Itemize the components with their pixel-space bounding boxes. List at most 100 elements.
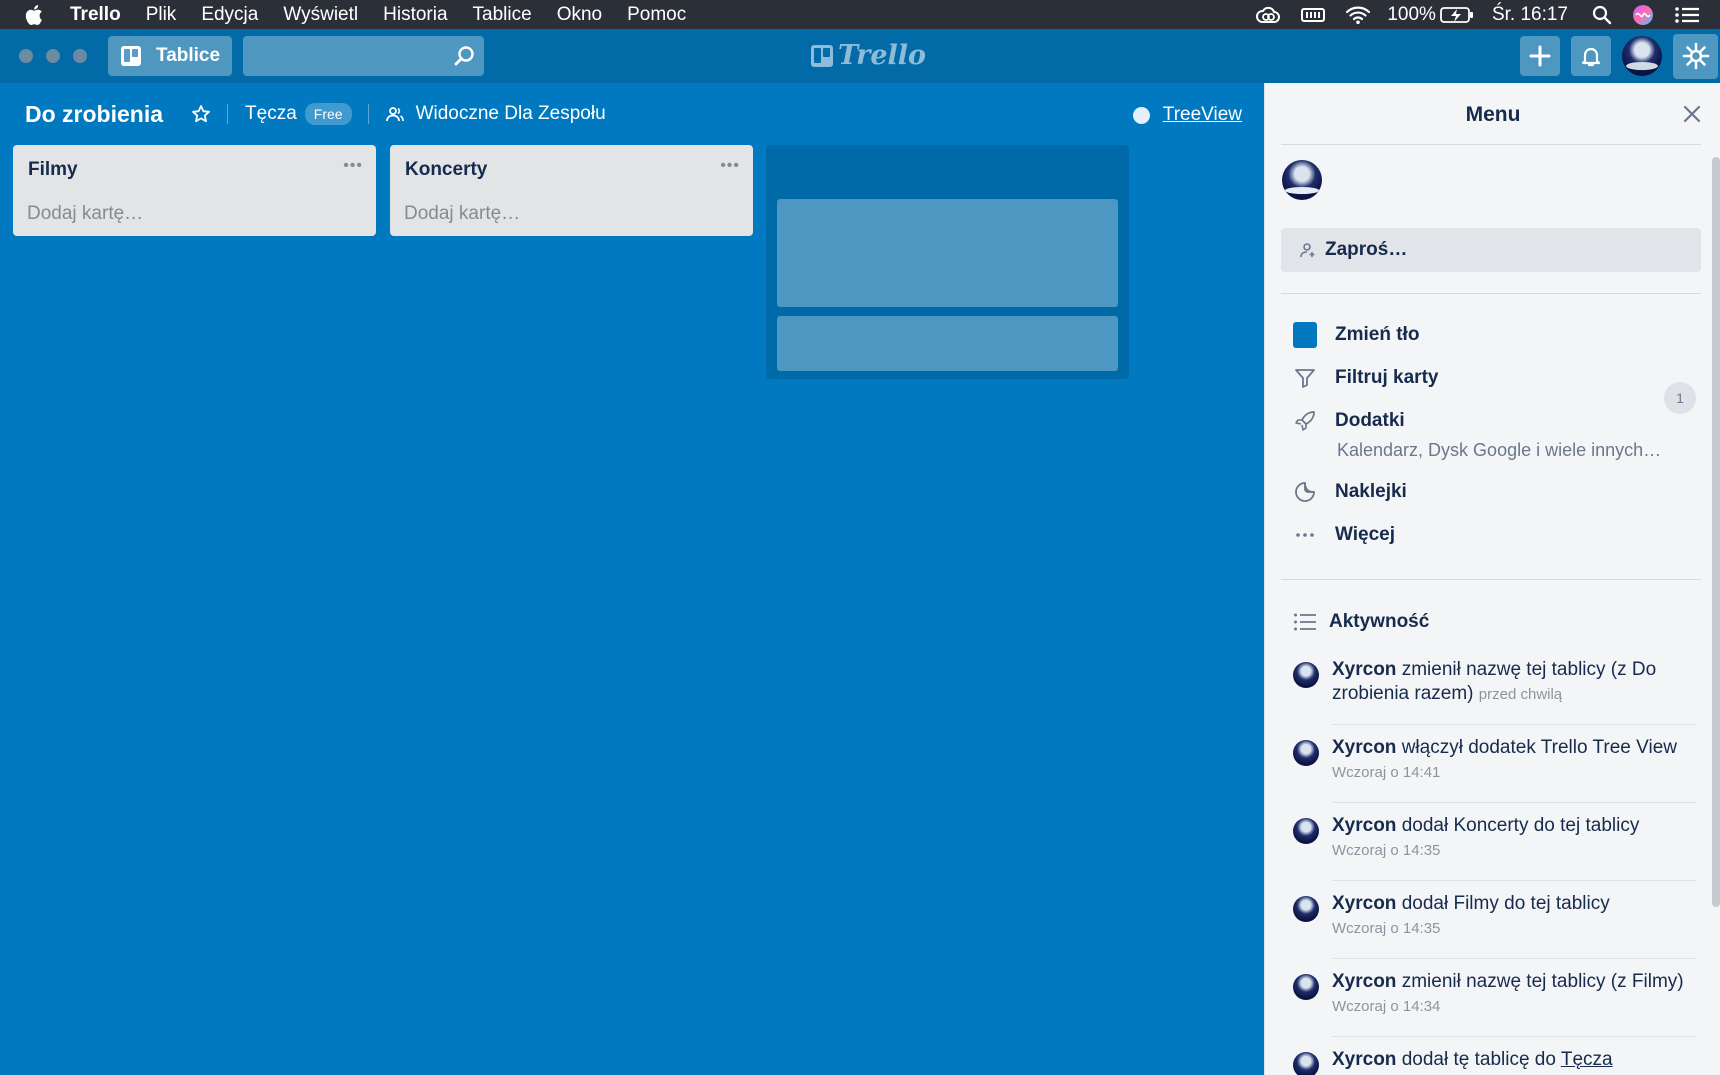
menu-app-name[interactable]: Trello [70, 4, 121, 26]
close-window-button[interactable] [19, 49, 33, 63]
menu-history[interactable]: Historia [383, 4, 447, 26]
addons-count-badge: 1 [1664, 382, 1696, 414]
board-title[interactable]: Do zrobienia [25, 101, 163, 128]
activity-avatar[interactable] [1293, 974, 1319, 1000]
activity-user[interactable]: Xyrcon [1332, 737, 1396, 758]
divider [1332, 724, 1697, 725]
team-name[interactable]: Tęcza [245, 103, 297, 125]
zoom-window-button[interactable] [73, 49, 87, 63]
header-actions [1520, 29, 1720, 83]
add-card-button[interactable]: Dodaj kartę… [404, 203, 520, 225]
create-button[interactable] [1520, 36, 1560, 76]
board-menu-panel: Menu Zaproś… Zmień tło Filtruj karty Dod… [1264, 83, 1720, 1075]
more-label: Więcej [1335, 524, 1396, 545]
menu-window[interactable]: Okno [557, 4, 602, 26]
creative-cloud-icon[interactable] [1255, 6, 1281, 24]
invite-button[interactable]: Zaproś… [1281, 228, 1701, 272]
star-icon[interactable] [191, 104, 211, 124]
boards-button-label: Tablice [156, 45, 221, 66]
siri-icon[interactable] [1632, 4, 1654, 26]
treeview-powerup-link[interactable]: TreeView [1132, 104, 1242, 126]
more-dots-icon [1293, 523, 1317, 547]
menu-scrollbar[interactable] [1712, 157, 1720, 907]
divider [1332, 1036, 1697, 1037]
activity-avatar[interactable] [1293, 1052, 1319, 1075]
stickers-item[interactable]: Naklejki [1293, 480, 1407, 504]
menu-boards[interactable]: Tablice [473, 4, 532, 26]
search-box[interactable] [243, 36, 484, 76]
menu-file[interactable]: Plik [146, 4, 177, 26]
trello-logo[interactable]: Trello [810, 40, 926, 71]
activity-time[interactable]: przed chwilą [1479, 686, 1562, 703]
addons-label: Dodatki [1335, 410, 1405, 431]
boards-icon [121, 46, 141, 66]
activity-time[interactable]: Wczoraj o 14:35 [1332, 920, 1440, 937]
search-icon[interactable] [453, 45, 475, 67]
user-avatar[interactable] [1622, 36, 1662, 76]
header-divider [227, 104, 229, 124]
list-koncerty: Koncerty ••• Dodaj kartę… [390, 145, 753, 236]
list-menu-icon[interactable]: ••• [720, 157, 740, 175]
addons-item[interactable]: Dodatki [1293, 409, 1405, 433]
change-background-label: Zmień tło [1335, 324, 1420, 345]
activity-time[interactable]: Wczoraj o 14:35 [1332, 842, 1440, 859]
menu-edit[interactable]: Edycja [201, 4, 258, 26]
battery-charging-icon[interactable] [1440, 6, 1474, 24]
activity-team-link[interactable]: Tęcza [1561, 1049, 1613, 1070]
activity-user[interactable]: Xyrcon [1332, 1049, 1396, 1070]
divider [1332, 880, 1697, 881]
visibility-button[interactable]: Widoczne Dla Zespołu [385, 103, 606, 125]
activity-avatar[interactable] [1293, 740, 1319, 766]
boards-button[interactable]: Tablice [108, 36, 232, 76]
add-card-button[interactable]: Dodaj kartę… [27, 203, 143, 225]
filter-cards-label: Filtruj karty [1335, 367, 1439, 388]
minimize-window-button[interactable] [46, 49, 60, 63]
battery-percentage: 100% [1387, 3, 1436, 25]
filter-icon [1293, 366, 1317, 390]
list-filmy: Filmy ••• Dodaj kartę… [13, 145, 376, 236]
activity-time[interactable]: Wczoraj o 14:34 [1332, 998, 1440, 1015]
member-avatar[interactable] [1282, 160, 1322, 200]
stickers-label: Naklejki [1335, 481, 1407, 502]
activity-user[interactable]: Xyrcon [1332, 893, 1396, 914]
activity-list-icon [1294, 613, 1316, 631]
notification-center-icon[interactable] [1674, 5, 1700, 25]
filter-cards-item[interactable]: Filtruj karty [1293, 366, 1438, 390]
activity-avatar[interactable] [1293, 818, 1319, 844]
divider [1332, 802, 1697, 803]
clock[interactable]: Śr. 16:17 [1492, 4, 1568, 26]
team-visibility-icon [385, 107, 404, 122]
menu-title: Menu [1465, 103, 1521, 126]
notifications-button[interactable] [1571, 36, 1611, 76]
search-input[interactable] [243, 36, 484, 76]
list-menu-icon[interactable]: ••• [343, 157, 363, 175]
menubar-status-area: 100% Śr. 16:17 [1235, 0, 1720, 29]
invite-label: Zaproś… [1325, 239, 1408, 260]
activity-text: zmienił nazwę tej tablicy (z Filmy) [1396, 971, 1684, 992]
activity-time[interactable]: Wczoraj o 14:41 [1332, 764, 1440, 781]
activity-user[interactable]: Xyrcon [1332, 659, 1396, 680]
activity-header: Aktywność [1293, 611, 1429, 633]
apple-icon[interactable] [24, 4, 52, 26]
more-item[interactable]: Więcej [1293, 523, 1395, 547]
board-header: Do zrobienia Tęcza Free Widoczne Dla Zes… [0, 83, 1264, 145]
activity-user[interactable]: Xyrcon [1332, 815, 1396, 836]
menu-help[interactable]: Pomoc [627, 4, 686, 26]
divider [1281, 293, 1701, 294]
settings-button[interactable] [1673, 33, 1718, 79]
macos-menubar: Trello Plik Edycja Wyświetl Historia Tab… [0, 0, 1720, 29]
activity-user[interactable]: Xyrcon [1332, 971, 1396, 992]
activity-avatar[interactable] [1293, 662, 1319, 688]
spotlight-search-icon[interactable] [1592, 5, 1612, 25]
list-title[interactable]: Filmy [28, 159, 78, 181]
change-background-item[interactable]: Zmień tło [1293, 322, 1420, 348]
window-controls [19, 49, 100, 63]
add-list-placeholder[interactable] [766, 145, 1129, 379]
background-color-swatch [1293, 322, 1317, 348]
list-title[interactable]: Koncerty [405, 159, 487, 181]
memory-icon[interactable] [1301, 6, 1326, 24]
close-icon[interactable] [1682, 104, 1702, 129]
menu-view[interactable]: Wyświetl [283, 4, 358, 26]
wifi-icon[interactable] [1345, 5, 1371, 25]
activity-avatar[interactable] [1293, 896, 1319, 922]
